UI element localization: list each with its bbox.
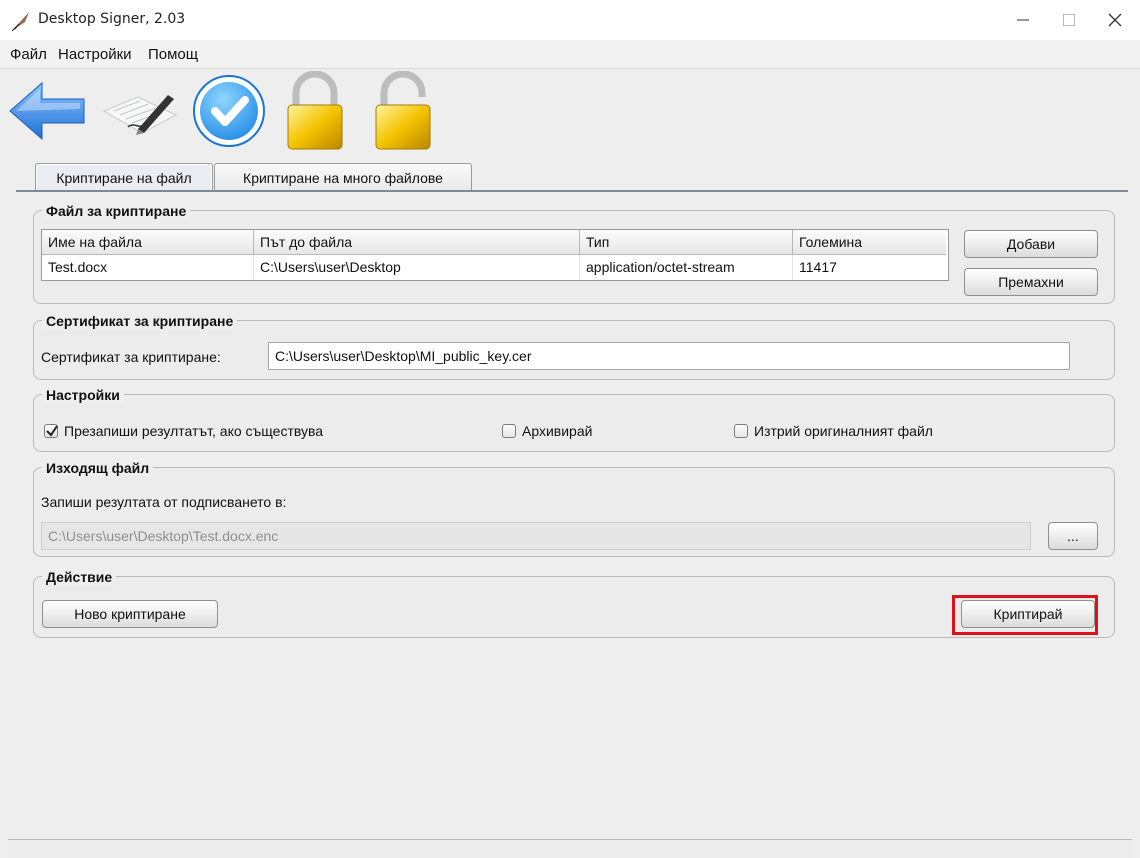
toolbar — [0, 69, 1140, 159]
cell-file-path: C:\Users\user\Desktop — [254, 255, 580, 280]
lock-icon — [282, 71, 364, 153]
checkbox-box[interactable] — [44, 424, 58, 438]
minimize-button[interactable] — [1000, 4, 1046, 36]
verify-button[interactable] — [188, 71, 270, 153]
minimize-icon — [1017, 14, 1029, 26]
archive-checkbox[interactable]: Архивирай — [502, 423, 592, 439]
menu-file[interactable]: Файл — [10, 46, 47, 63]
action-section-title: Действие — [42, 569, 117, 585]
output-path-input: C:\Users\user\Desktop\Test.docx.enc — [41, 522, 1031, 550]
back-button[interactable] — [6, 71, 88, 153]
checkbox-box[interactable] — [734, 424, 748, 438]
decrypt-toolbar-button[interactable] — [370, 71, 452, 153]
add-file-button[interactable]: Добави — [964, 230, 1098, 258]
column-header-name[interactable]: Име на файла — [42, 230, 254, 255]
menu-help[interactable]: Помощ — [148, 46, 198, 63]
sign-document-icon — [98, 71, 180, 151]
window-titlebar: Desktop Signer, 2.03 — [0, 0, 1140, 40]
file-section-title: Файл за криптиране — [42, 203, 191, 219]
checkmark-icon — [46, 425, 58, 437]
output-section-title: Изходящ файл — [42, 460, 154, 476]
feather-pen-icon — [10, 10, 32, 32]
encrypt-button-highlight — [952, 595, 1098, 635]
remove-file-button[interactable]: Премахни — [964, 268, 1098, 296]
delete-original-label: Изтрий оригиналният файл — [754, 423, 933, 439]
settings-section: Настройки Презапиши резултатът, ако съще… — [33, 387, 1115, 452]
tab-divider — [16, 190, 1128, 192]
overwrite-checkbox[interactable]: Презапиши резултатът, ако съществува — [44, 423, 323, 439]
certificate-section-title: Сертификат за криптиране — [42, 313, 238, 329]
status-bar — [8, 839, 1132, 858]
column-header-size[interactable]: Големина — [793, 230, 946, 255]
menu-bar: Файл Настройки Помощ — [0, 40, 1140, 69]
archive-label: Архивирай — [522, 423, 593, 439]
file-table-header: Име на файла Път до файла Тип Големина — [42, 230, 948, 255]
column-header-path[interactable]: Път до файла — [254, 230, 580, 255]
cell-file-type: application/octet-stream — [580, 255, 793, 280]
certificate-path-input[interactable]: C:\Users\user\Desktop\MI_public_key.cer — [268, 342, 1070, 370]
maximize-icon — [1063, 14, 1075, 26]
encrypt-toolbar-button[interactable] — [282, 71, 364, 153]
file-table: Име на файла Път до файла Тип Големина T… — [41, 229, 949, 281]
cell-file-name: Test.docx — [42, 255, 254, 280]
back-arrow-icon — [6, 71, 88, 151]
maximize-button[interactable] — [1046, 4, 1092, 36]
output-section: Изходящ файл Запиши резултата от подписв… — [33, 460, 1115, 557]
cell-file-size: 11417 — [799, 259, 837, 275]
app-content: Криптиране на файл Криптиране на много ф… — [0, 69, 1140, 858]
close-icon — [1108, 13, 1122, 27]
menu-settings[interactable]: Настройки — [58, 46, 132, 63]
new-encryption-button[interactable]: Ново криптиране — [42, 600, 218, 628]
unlock-icon — [370, 71, 452, 153]
file-section: Файл за криптиране Име на файла Път до ф… — [33, 203, 1115, 304]
settings-section-title: Настройки — [42, 387, 124, 403]
close-button[interactable] — [1092, 4, 1138, 36]
verify-check-icon — [188, 71, 270, 151]
certificate-section: Сертификат за криптиране Сертификат за к… — [33, 313, 1115, 380]
output-label: Запиши резултата от подписването в: — [41, 494, 287, 510]
column-header-type[interactable]: Тип — [580, 230, 793, 255]
window-title: Desktop Signer, 2.03 — [38, 11, 186, 27]
sign-button[interactable] — [98, 71, 180, 153]
browse-button[interactable]: ... — [1048, 522, 1098, 550]
tab-encrypt-file[interactable]: Криптиране на файл — [35, 163, 213, 192]
tab-encrypt-many-files[interactable]: Криптиране на много файлове — [214, 163, 472, 192]
certificate-label: Сертификат за криптиране: — [41, 349, 221, 365]
overwrite-label: Презапиши резултатът, ако съществува — [64, 423, 324, 439]
delete-original-checkbox[interactable]: Изтрий оригиналният файл — [734, 423, 933, 439]
table-row[interactable]: Test.docx C:\Users\user\Desktop applicat… — [42, 255, 948, 280]
checkbox-box[interactable] — [502, 424, 516, 438]
